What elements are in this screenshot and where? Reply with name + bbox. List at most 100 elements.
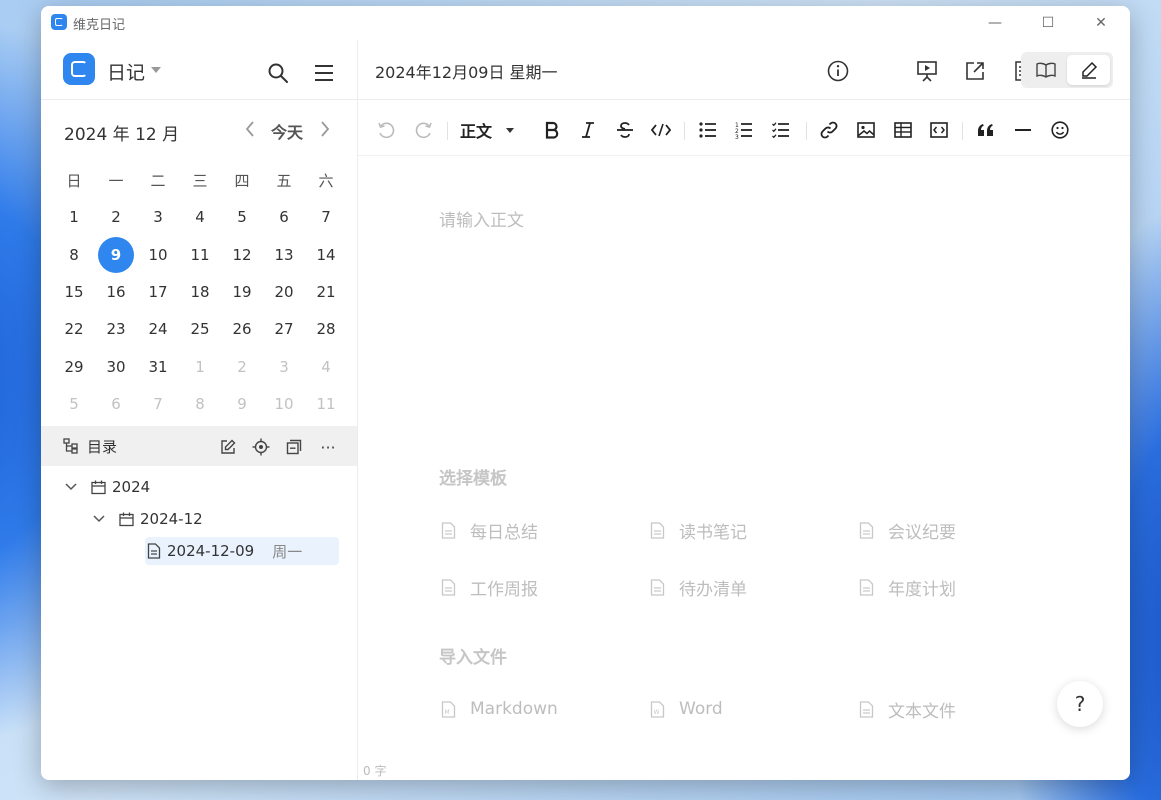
calendar-day-other-month[interactable]: 5	[53, 386, 95, 422]
search-button[interactable]	[265, 60, 291, 86]
calendar-day[interactable]: 13	[263, 237, 305, 273]
calendar-day[interactable]: 5	[221, 199, 263, 235]
calendar-day-other-month[interactable]: 2	[221, 349, 263, 385]
minimize-button[interactable]: —	[972, 10, 1018, 36]
redo-button[interactable]	[412, 112, 436, 148]
help-button[interactable]: ?	[1057, 681, 1103, 727]
calendar-day-other-month[interactable]: 7	[137, 386, 179, 422]
calendar-day-other-month[interactable]: 10	[263, 386, 305, 422]
emoji-button[interactable]	[1048, 112, 1072, 148]
link-button[interactable]	[817, 112, 841, 148]
calendar-day-selected[interactable]: 9	[95, 237, 137, 273]
table-button[interactable]	[891, 112, 915, 148]
maximize-button[interactable]: ☐	[1025, 10, 1071, 36]
calendar-icon	[119, 512, 134, 526]
calendar-day-other-month[interactable]: 1	[179, 349, 221, 385]
template-item[interactable]: 会议纪要	[859, 516, 956, 544]
paragraph-style-select[interactable]: 正文	[460, 112, 524, 148]
bold-button[interactable]	[540, 112, 564, 148]
calendar-day[interactable]: 2	[95, 199, 137, 235]
info-button[interactable]	[825, 58, 851, 84]
toolbar-separator	[684, 122, 685, 140]
calendar-day[interactable]: 3	[137, 199, 179, 235]
calendar-day[interactable]: 1	[53, 199, 95, 235]
today-button[interactable]: 今天	[271, 119, 303, 143]
calendar-day-other-month[interactable]: 3	[263, 349, 305, 385]
calendar-day[interactable]: 20	[263, 274, 305, 310]
calendar-day[interactable]: 18	[179, 274, 221, 310]
calendar-day[interactable]: 19	[221, 274, 263, 310]
image-button[interactable]	[854, 112, 878, 148]
tree-node-entry[interactable]: 2024-12-09 周一	[147, 537, 302, 565]
strikethrough-button[interactable]	[613, 112, 637, 148]
import-text[interactable]: 文本文件	[859, 695, 956, 723]
horizontal-rule-icon	[1015, 129, 1031, 131]
svg-text:M: M	[445, 709, 450, 716]
blockquote-button[interactable]	[974, 112, 998, 148]
undo-button[interactable]	[374, 112, 398, 148]
calendar-day[interactable]: 15	[53, 274, 95, 310]
calendar-day[interactable]: 23	[95, 311, 137, 347]
chevron-down-icon[interactable]	[151, 67, 161, 73]
calendar-day[interactable]: 31	[137, 349, 179, 385]
read-mode-button[interactable]	[1024, 55, 1067, 85]
book-selector[interactable]: 日记	[107, 58, 145, 85]
word-file-icon: W	[650, 700, 665, 718]
sidebar: 日记 2024 年 12 月 今天 日 一 二 三 四 五 六 1 2 3 4 …	[41, 40, 358, 780]
calendar-day-other-month[interactable]: 9	[221, 386, 263, 422]
calendar-day[interactable]: 12	[221, 237, 263, 273]
task-list-button[interactable]	[769, 112, 793, 148]
bullet-list-button[interactable]	[696, 112, 720, 148]
calendar-day[interactable]: 29	[53, 349, 95, 385]
template-item[interactable]: 每日总结	[441, 516, 538, 544]
edit-mode-button[interactable]	[1067, 55, 1110, 85]
weekday-header: 日	[66, 171, 82, 190]
inline-code-button[interactable]	[649, 112, 673, 148]
calendar-day[interactable]: 11	[179, 237, 221, 273]
import-word[interactable]: W Word	[650, 695, 723, 723]
calendar-day-other-month[interactable]: 8	[179, 386, 221, 422]
template-item[interactable]: 待办清单	[650, 573, 747, 601]
code-block-button[interactable]	[927, 112, 951, 148]
calendar-day[interactable]: 6	[263, 199, 305, 235]
close-button[interactable]: ✕	[1078, 10, 1124, 36]
calendar-day[interactable]: 30	[95, 349, 137, 385]
italic-button[interactable]	[576, 112, 600, 148]
calendar-day[interactable]: 24	[137, 311, 179, 347]
calendar-day[interactable]: 7	[305, 199, 347, 235]
template-item[interactable]: 工作周报	[441, 573, 538, 601]
collapse-all-button[interactable]	[283, 436, 305, 458]
calendar-day[interactable]: 17	[137, 274, 179, 310]
new-entry-button[interactable]	[217, 436, 239, 458]
calendar-day[interactable]: 22	[53, 311, 95, 347]
editor-input[interactable]: 请输入正文	[439, 206, 524, 231]
horizontal-rule-button[interactable]	[1011, 112, 1035, 148]
more-button[interactable]: ···	[317, 436, 339, 458]
template-item[interactable]: 读书笔记	[650, 516, 747, 544]
template-item[interactable]: 年度计划	[859, 573, 956, 601]
calendar-day[interactable]: 28	[305, 311, 347, 347]
calendar-day[interactable]: 4	[179, 199, 221, 235]
calendar-day-other-month[interactable]: 4	[305, 349, 347, 385]
calendar-day[interactable]: 27	[263, 311, 305, 347]
next-month-button[interactable]	[315, 118, 335, 140]
calendar-day[interactable]: 25	[179, 311, 221, 347]
tree-node-year[interactable]: 2024	[65, 473, 150, 501]
prev-month-button[interactable]	[240, 118, 260, 140]
calendar-day[interactable]: 21	[305, 274, 347, 310]
calendar-day[interactable]: 14	[305, 237, 347, 273]
present-button[interactable]	[914, 58, 940, 84]
menu-button[interactable]	[311, 60, 337, 86]
share-button[interactable]	[962, 58, 988, 84]
calendar-day[interactable]: 26	[221, 311, 263, 347]
calendar-day-other-month[interactable]: 6	[95, 386, 137, 422]
numbered-list-button[interactable]: 123	[732, 112, 756, 148]
calendar-day-other-month[interactable]: 11	[305, 386, 347, 422]
import-markdown[interactable]: M Markdown	[441, 695, 558, 723]
locate-button[interactable]	[250, 436, 272, 458]
calendar-day[interactable]: 16	[95, 274, 137, 310]
calendar-day[interactable]: 10	[137, 237, 179, 273]
chevron-down-icon	[65, 483, 77, 491]
tree-node-month[interactable]: 2024-12	[93, 505, 203, 533]
calendar-day[interactable]: 8	[53, 237, 95, 273]
